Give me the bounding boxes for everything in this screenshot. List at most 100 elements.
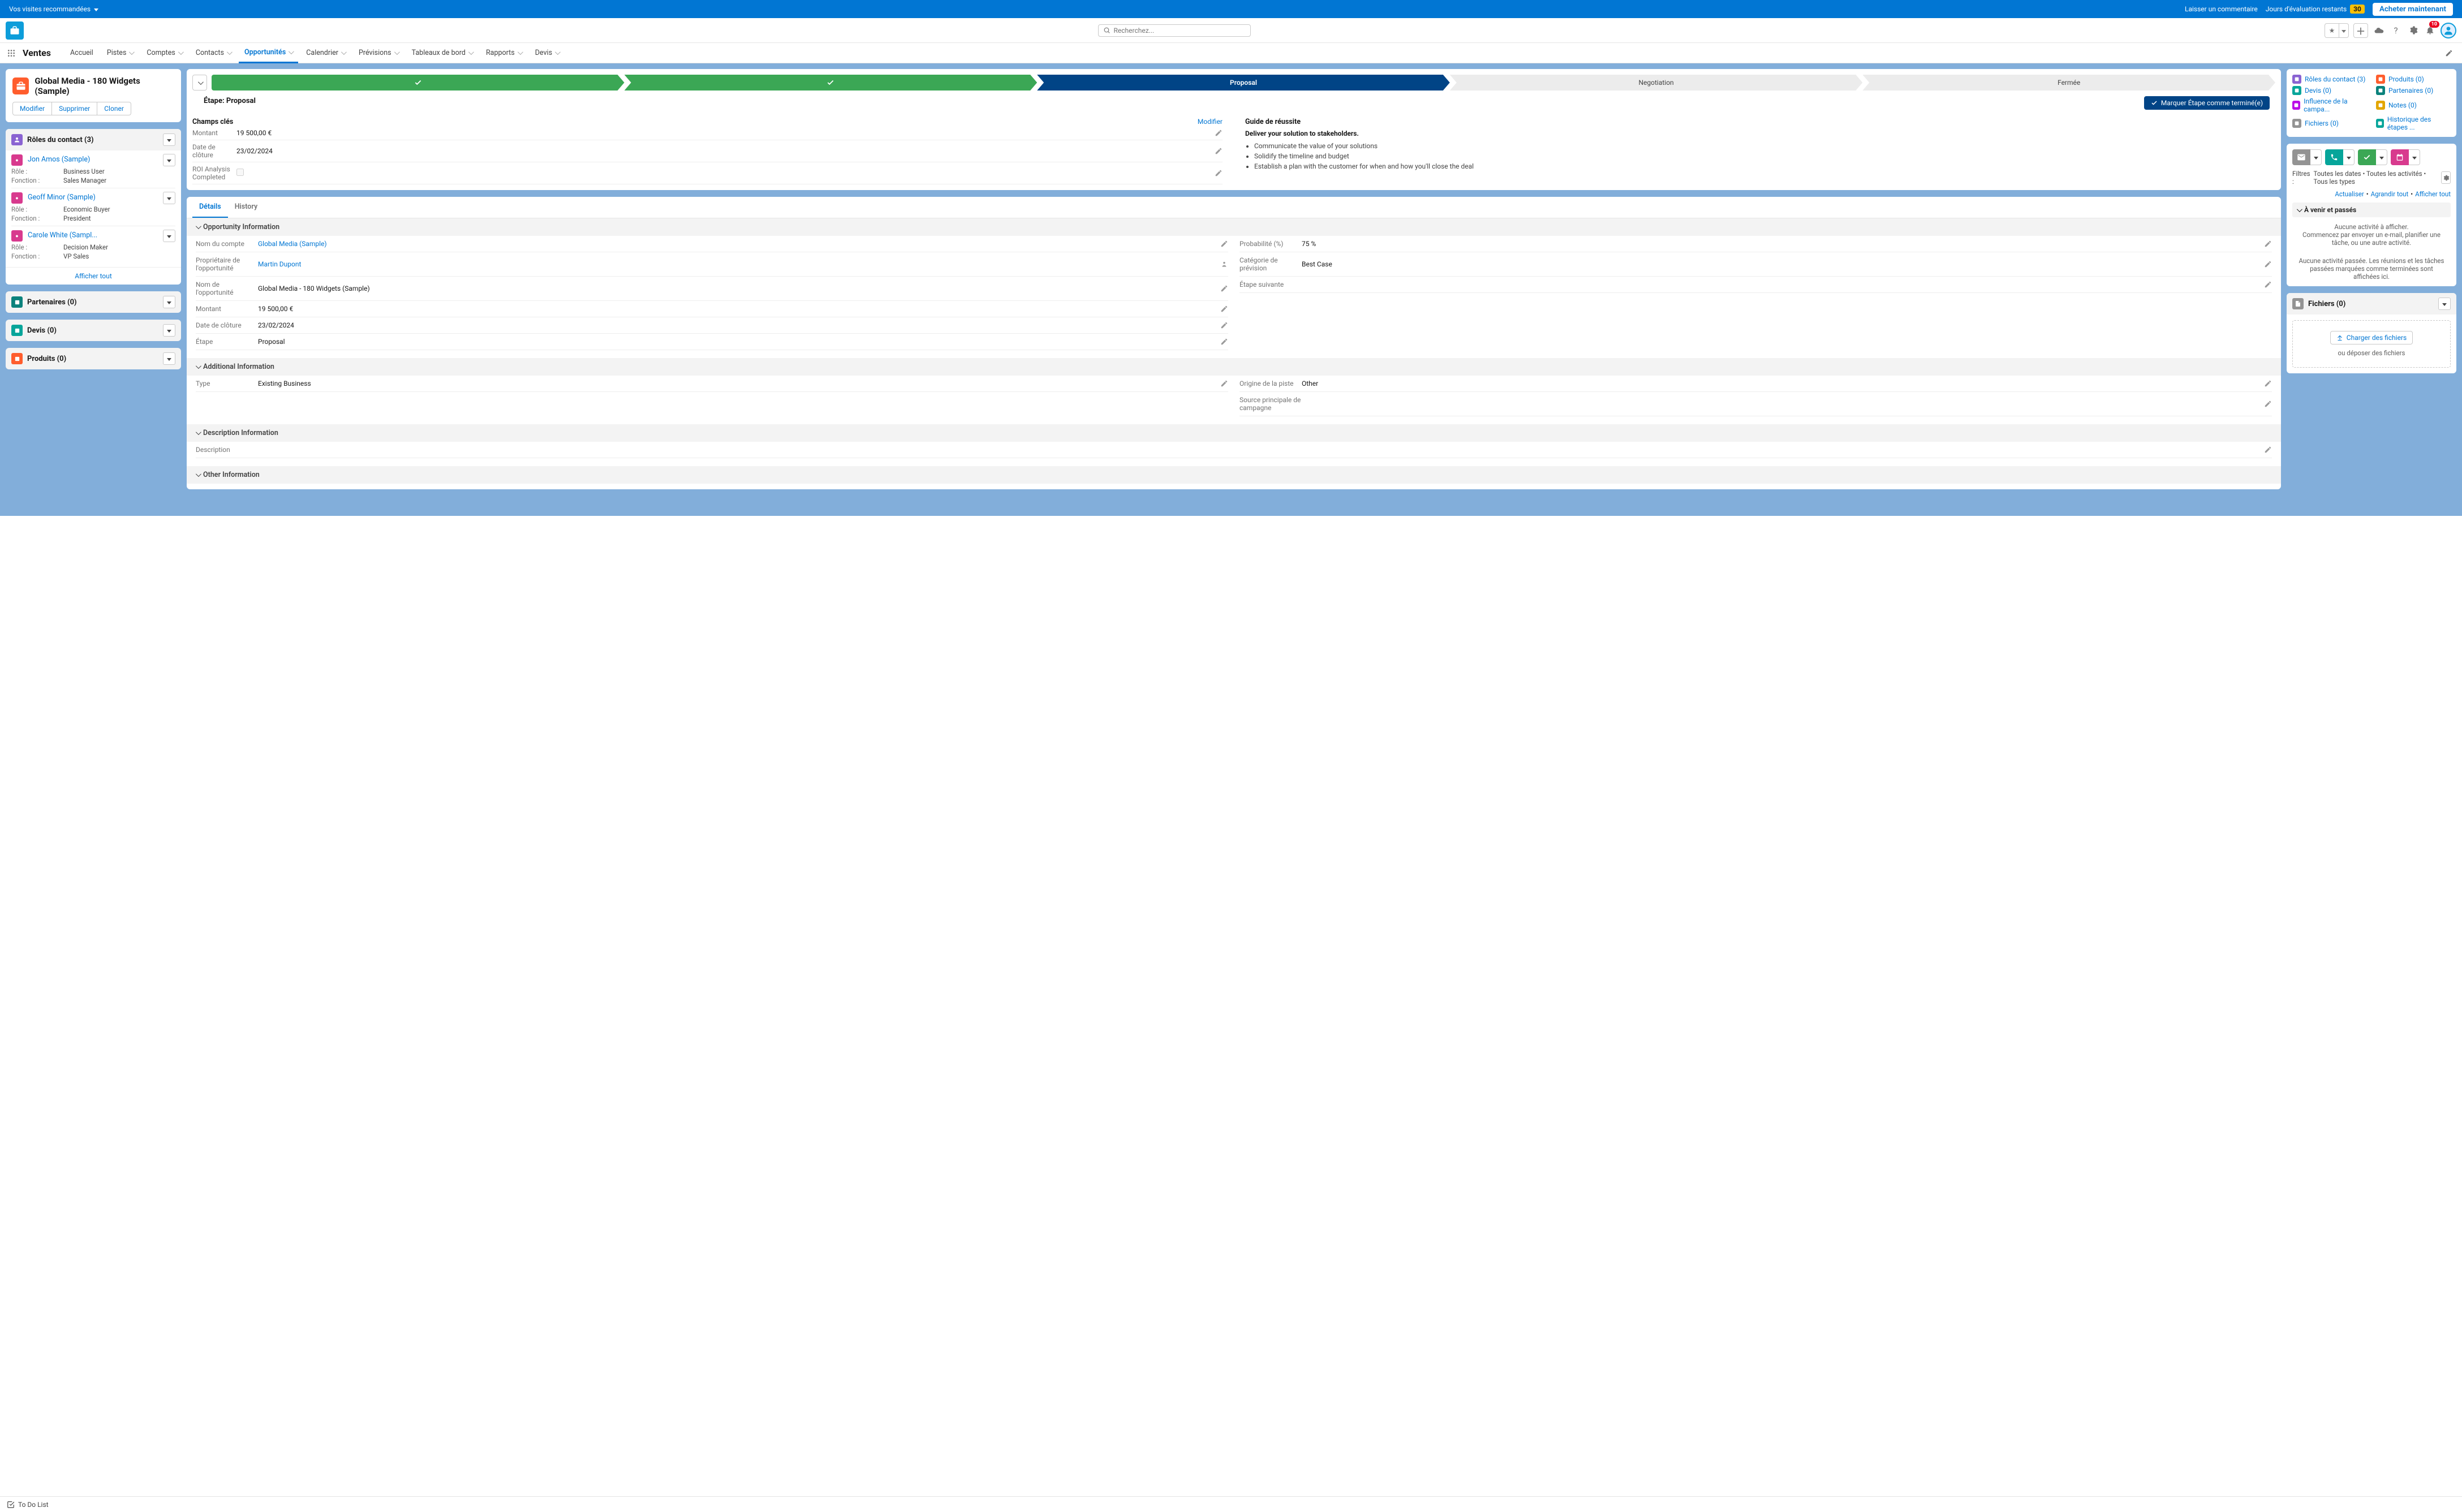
nav-tab-devis[interactable]: Devis xyxy=(530,43,565,63)
recommended-visits[interactable]: Vos visites recommandées xyxy=(9,5,98,13)
panel-menu[interactable] xyxy=(163,324,175,337)
activity-call[interactable] xyxy=(2325,149,2355,165)
contact-name-link[interactable]: Jon Amos (Sample) xyxy=(28,156,90,164)
nav-tab-tableaux de bord[interactable]: Tableaux de bord xyxy=(406,43,478,63)
cloner-button[interactable]: Cloner xyxy=(97,102,131,115)
section-additional-info[interactable]: Additional Information xyxy=(187,358,2281,376)
contact-menu[interactable] xyxy=(163,230,175,242)
quick-link[interactable]: Fichiers (0) xyxy=(2292,115,2367,131)
edit-pencil-icon[interactable] xyxy=(2264,446,2272,454)
contact-name-link[interactable]: Carole White (Sampl... xyxy=(28,231,97,240)
global-add-button[interactable]: ＋ xyxy=(2353,23,2368,38)
details-card: DétailsHistory Opportunity Information N… xyxy=(187,197,2281,489)
modifier-button[interactable]: Modifier xyxy=(12,102,52,115)
favorites-dropdown[interactable] xyxy=(2339,23,2349,38)
activity-refresh-link[interactable]: Actualiser xyxy=(2335,190,2364,198)
section-other-info[interactable]: Other Information xyxy=(187,466,2281,484)
edit-pencil-icon[interactable] xyxy=(1215,169,1223,177)
contact-menu[interactable] xyxy=(163,154,175,166)
nav-tab-contacts[interactable]: Contacts xyxy=(190,43,236,63)
nav-tab-pistes[interactable]: Pistes xyxy=(101,43,139,63)
edit-pencil-icon[interactable] xyxy=(1220,240,1228,248)
global-search[interactable] xyxy=(1098,24,1251,37)
stage-step[interactable]: Negotiation xyxy=(1450,75,1863,91)
edit-pencil-icon[interactable] xyxy=(2264,380,2272,387)
nav-tab-comptes[interactable]: Comptes xyxy=(141,43,187,63)
detail-tab-détails[interactable]: Détails xyxy=(192,197,228,218)
panel-menu[interactable] xyxy=(163,296,175,308)
edit-pencil-icon[interactable] xyxy=(2264,400,2272,408)
search-input[interactable] xyxy=(1114,27,1246,35)
nav-tab-opportunités[interactable]: Opportunités xyxy=(239,43,298,63)
panel-title: Partenaires (0) xyxy=(27,298,77,307)
activity-event[interactable] xyxy=(2391,149,2420,165)
stage-step[interactable]: Fermée xyxy=(1862,75,2275,91)
quick-link[interactable]: Historique des étapes ... xyxy=(2376,115,2451,131)
quick-link[interactable]: Influence de la campa... xyxy=(2292,97,2367,113)
quick-link[interactable]: Partenaires (0) xyxy=(2376,86,2451,95)
edit-pencil-icon[interactable] xyxy=(2264,260,2272,268)
salesforce-cloud-icon[interactable] xyxy=(2373,24,2385,37)
edit-pencil-icon[interactable] xyxy=(2264,240,2272,248)
edit-pencil-icon[interactable] xyxy=(1215,129,1223,137)
contact-roles-show-all[interactable]: Afficher tout xyxy=(6,267,181,285)
edit-pencil-icon[interactable] xyxy=(1220,380,1228,387)
stage-step[interactable] xyxy=(212,75,625,91)
quick-link[interactable]: Rôles du contact (3) xyxy=(2292,75,2367,84)
activity-task[interactable] xyxy=(2358,149,2387,165)
section-description-info[interactable]: Description Information xyxy=(187,424,2281,442)
key-fields-edit[interactable]: Modifier xyxy=(1198,118,1223,126)
edit-pencil-icon[interactable] xyxy=(2264,281,2272,288)
activity-settings[interactable] xyxy=(2441,171,2451,184)
mark-stage-complete-button[interactable]: Marquer Étape comme terminé(e) xyxy=(2144,96,2270,110)
edit-pencil-icon[interactable] xyxy=(1220,321,1228,329)
favorites-button[interactable]: ★ xyxy=(2325,23,2339,38)
stage-collapse-toggle[interactable] xyxy=(192,75,207,91)
footer-todo-bar[interactable]: To Do List xyxy=(0,1496,2462,1512)
supprimer-button[interactable]: Supprimer xyxy=(51,102,97,115)
edit-pencil-icon[interactable] xyxy=(1215,147,1223,155)
stage-step[interactable] xyxy=(625,75,1038,91)
help-button[interactable]: ? xyxy=(2390,24,2402,37)
files-menu[interactable] xyxy=(2438,298,2451,310)
detail-field: Probabilité (%)75 % xyxy=(1239,236,2272,252)
contact-roles-menu[interactable] xyxy=(163,133,175,146)
edit-pencil-icon[interactable] xyxy=(1220,338,1228,346)
nav-tab-accueil[interactable]: Accueil xyxy=(64,43,99,63)
buy-now-button[interactable]: Acheter maintenant xyxy=(2373,3,2453,16)
record-title: Global Media - 180 Widgets (Sample) xyxy=(35,76,174,96)
nav-tab-prévisions[interactable]: Prévisions xyxy=(353,43,404,63)
setup-gear-button[interactable] xyxy=(2407,24,2419,37)
detail-field: ÉtapeProposal xyxy=(196,334,1228,350)
panel-icon xyxy=(11,296,23,308)
quick-link[interactable]: Produits (0) xyxy=(2376,75,2451,84)
contact-menu[interactable] xyxy=(163,192,175,204)
quick-link[interactable]: Notes (0) xyxy=(2376,97,2451,113)
edit-nav-button[interactable] xyxy=(2441,49,2457,57)
activity-upcoming-header[interactable]: À venir et passés xyxy=(2292,203,2451,217)
app-launcher[interactable] xyxy=(5,46,18,60)
upload-files-button[interactable]: Charger des fichiers xyxy=(2330,331,2413,344)
edit-pencil-icon[interactable] xyxy=(1220,305,1228,313)
file-drop-zone[interactable]: Charger des fichiers ou déposer des fich… xyxy=(2292,320,2451,368)
caret-down-icon xyxy=(94,5,98,13)
contact-name-link[interactable]: Geoff Minor (Sample) xyxy=(28,193,96,202)
stage-step[interactable]: Proposal xyxy=(1037,75,1450,91)
quick-link-icon xyxy=(2292,101,2300,110)
edit-pencil-icon[interactable] xyxy=(1220,285,1228,292)
brand-logo[interactable] xyxy=(6,21,24,40)
notifications-button[interactable]: 10 xyxy=(2424,24,2436,37)
panel-title: Devis (0) xyxy=(27,326,57,335)
nav-tab-rapports[interactable]: Rapports xyxy=(480,43,527,63)
activity-expand-link[interactable]: Agrandir tout xyxy=(2371,190,2409,198)
leave-comment-link[interactable]: Laisser un commentaire xyxy=(2185,5,2258,13)
quick-link[interactable]: Devis (0) xyxy=(2292,86,2367,95)
activity-email[interactable] xyxy=(2292,149,2322,165)
section-opportunity-info[interactable]: Opportunity Information xyxy=(187,218,2281,236)
activity-showall-link[interactable]: Afficher tout xyxy=(2415,190,2451,198)
user-avatar[interactable] xyxy=(2441,23,2456,38)
change-owner-icon[interactable] xyxy=(1220,260,1228,268)
nav-tab-calendrier[interactable]: Calendrier xyxy=(300,43,351,63)
panel-menu[interactable] xyxy=(163,352,175,365)
detail-tab-history[interactable]: History xyxy=(228,197,264,218)
